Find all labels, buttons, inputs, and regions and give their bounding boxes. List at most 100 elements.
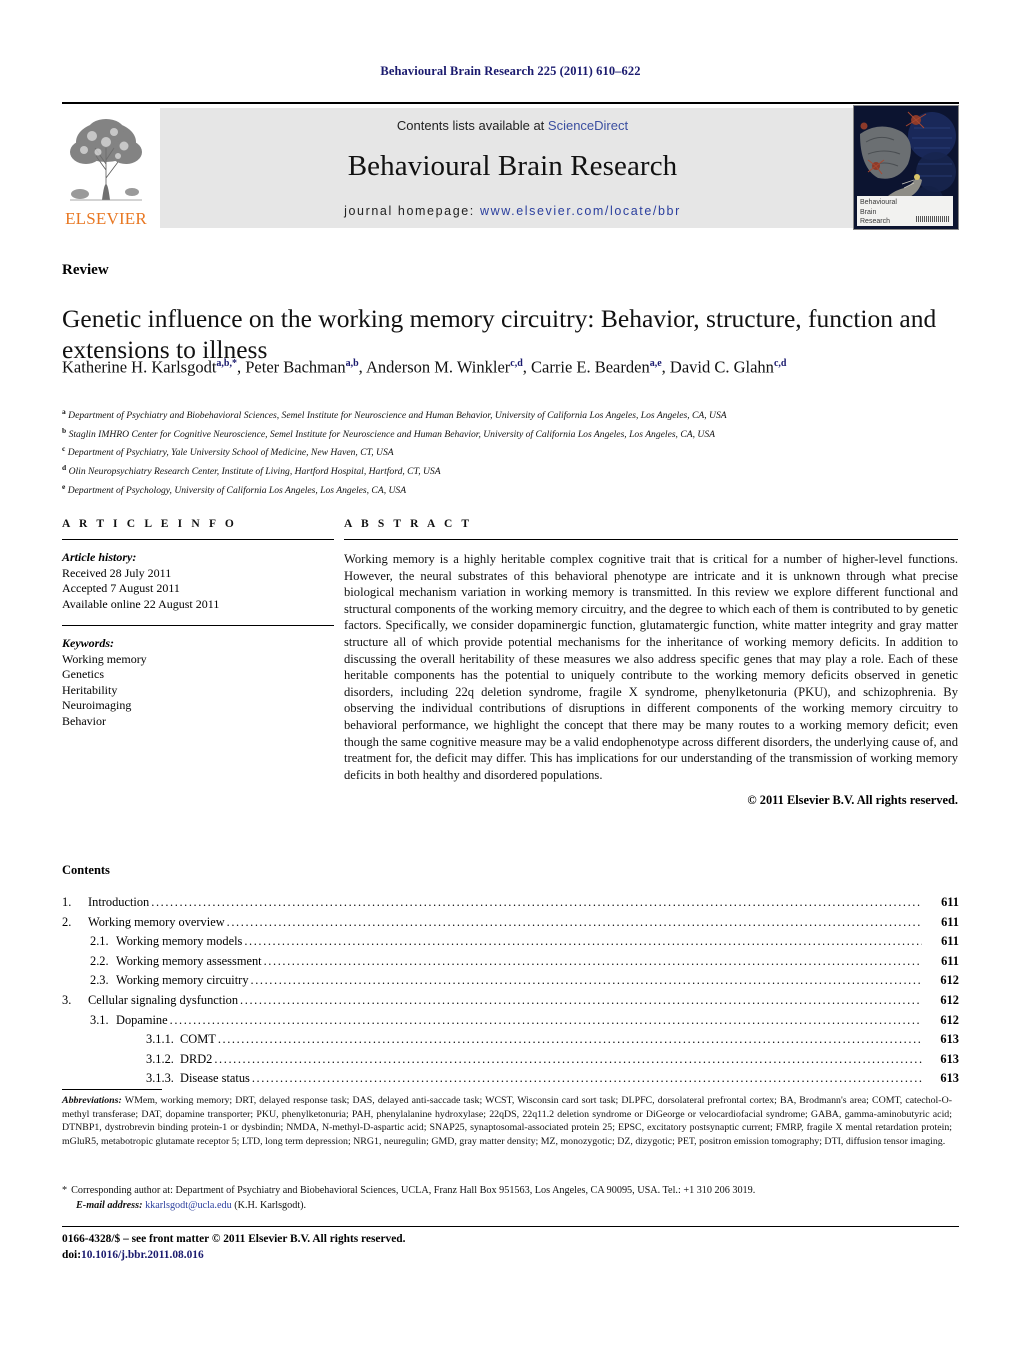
toc-entry[interactable]: 3.1.3. Disease status....................…	[62, 1069, 959, 1089]
author-affiliation-marker: a,b,*	[216, 358, 237, 369]
toc-number: 3.1.2.	[146, 1051, 174, 1066]
toc-leader-dots: ........................................…	[169, 1012, 922, 1027]
toc-label: Working memory assessment	[116, 953, 262, 968]
toc-label: Cellular signaling dysfunction	[88, 992, 239, 1007]
elsevier-logo: ELSEVIER	[62, 108, 150, 228]
toc-entry[interactable]: 2. Working memory overview...............…	[62, 913, 959, 933]
article-first-page: Behavioural Brain Research 225 (2011) 61…	[0, 0, 1021, 1351]
journal-homepage-label: journal homepage:	[344, 204, 480, 218]
keyword-item: Genetics	[62, 667, 104, 681]
toc-label: Introduction	[88, 895, 150, 909]
toc-label: DRD2	[180, 1051, 213, 1066]
toc-page-number: 611	[941, 953, 959, 968]
toc-leader-dots: ........................................…	[244, 934, 922, 949]
sciencedirect-link[interactable]: ScienceDirect	[548, 118, 628, 133]
abstract-column: A B S T R A C T Working memory is a high…	[344, 518, 958, 808]
imprint-block: 0166-4328/$ – see front matter © 2011 El…	[62, 1232, 405, 1263]
affiliation-item: d Olin Neuropsychiatry Research Center, …	[62, 461, 952, 480]
doi-label: doi:	[62, 1248, 81, 1261]
journal-cover-thumbnail: Behavioural Brain Research	[853, 105, 959, 230]
author-affiliation-marker: c,d	[510, 358, 523, 369]
masthead-top-rule	[62, 102, 959, 104]
abstract-heading: A B S T R A C T	[344, 518, 473, 530]
journal-banner: Contents lists available at ScienceDirec…	[160, 108, 865, 228]
toc-leader-dots: ........................................…	[263, 953, 922, 968]
toc-entry[interactable]: 3. Cellular signaling dysfunction........…	[62, 991, 959, 1011]
keywords-rule	[62, 625, 334, 626]
cover-line-1: Behavioural	[860, 199, 897, 206]
cover-title-label: Behavioural Brain Research	[857, 196, 953, 226]
footnote-rule	[62, 1089, 162, 1090]
keywords-label: Keywords:	[62, 636, 114, 650]
toc-label: Disease status	[180, 1071, 250, 1086]
imprint-rule	[62, 1226, 959, 1227]
toc-entry[interactable]: 3.1. Dopamine............................…	[62, 1011, 959, 1031]
journal-homepage-link[interactable]: www.elsevier.com/locate/bbr	[480, 204, 681, 218]
toc-leader-dots: ........................................…	[226, 914, 922, 929]
keyword-item: Heritability	[62, 682, 118, 697]
toc-number: 3.1.3.	[146, 1071, 174, 1086]
affiliation-text: Department of Psychology, University of …	[65, 484, 407, 496]
author-affiliation-marker: c,d	[773, 358, 787, 369]
author-name: David C. Glahn	[669, 357, 774, 377]
toc-label: Working memory models	[116, 934, 243, 949]
toc-number: 2.3.	[90, 973, 109, 988]
toc-entry[interactable]: 2.2. Working memory assessment...........…	[62, 952, 959, 972]
toc-number: 2.1.	[90, 934, 109, 949]
author-name: Peter Bachman	[245, 357, 346, 377]
article-type: Review	[62, 262, 109, 278]
toc-entry[interactable]: 2.3. Working memory circuitry............…	[62, 971, 959, 991]
toc-page-number: 612	[940, 1012, 959, 1027]
contents-available-line: Contents lists available at ScienceDirec…	[160, 118, 865, 133]
keywords-block: Keywords: Working memory Genetics Heritabi…	[62, 636, 334, 729]
contents-heading: Contents	[62, 863, 110, 877]
toc-label: Working memory circuitry	[116, 973, 249, 988]
toc-entry[interactable]: 3.1.2. DRD2..............................…	[62, 1050, 959, 1070]
toc-number: 3.1.1.	[146, 1032, 174, 1047]
corresponding-author-note: * Corresponding author at: Department of …	[62, 1184, 952, 1213]
toc-page-number: 612	[940, 992, 959, 1007]
affiliation-list: a Department of Psychiatry and Biobehavi…	[62, 405, 952, 498]
abbreviations-label: Abbreviations:	[62, 1095, 122, 1106]
article-info-column: A R T I C L E I N F O Article history: R…	[62, 518, 334, 729]
keyword-item: Behavior	[62, 713, 106, 728]
author-name: Anderson M. Winkler	[365, 357, 511, 377]
article-history-item: Accepted 7 August 2011	[62, 581, 180, 595]
toc-entry[interactable]: 3.1.1. COMT..............................…	[62, 1030, 959, 1050]
affiliation-item: b Staglin IMHRO Center for Cognitive Neu…	[62, 424, 952, 443]
journal-homepage-line: journal homepage: www.elsevier.com/locat…	[160, 204, 865, 218]
email-link[interactable]: kkarlsgodt@ucla.edu	[145, 1200, 232, 1211]
toc-leader-dots: ........................................…	[250, 973, 922, 988]
journal-masthead: ELSEVIER Contents lists available at Sci…	[62, 102, 959, 230]
doi-line: doi:10.1016/j.bbr.2011.08.016	[62, 1248, 405, 1264]
affiliation-item: c Department of Psychiatry, Yale Univers…	[62, 442, 952, 461]
toc-page-number: 613	[940, 1071, 959, 1086]
toc-page-number: 611	[941, 914, 959, 929]
article-history-items: Received 28 July 2011 Accepted 7 August 2…	[62, 566, 334, 613]
cover-barcode	[916, 216, 950, 222]
affiliation-text: Department of Psychiatry, Yale Universit…	[65, 447, 394, 459]
doi-link[interactable]: 10.1016/j.bbr.2011.08.016	[81, 1249, 204, 1261]
affiliation-item: e Department of Psychology, University o…	[62, 480, 952, 499]
abstract-copyright: © 2011 Elsevier B.V. All rights reserved…	[747, 793, 958, 808]
abstract-text: Working memory is a highly heritable com…	[344, 552, 958, 782]
corresponding-author-text: Corresponding author at: Department of P…	[71, 1185, 756, 1196]
toc-entry[interactable]: 2.1. Working memory models...............…	[62, 932, 959, 952]
imprint-line: 0166-4328/$ – see front matter © 2011 El…	[62, 1233, 406, 1245]
author-affiliation-marker: a,e	[649, 358, 662, 369]
toc-leader-dots: ........................................…	[240, 992, 922, 1007]
toc-number: 3.1.	[90, 1012, 109, 1027]
author-name: Katherine H. Karlsgodt	[62, 357, 217, 377]
abbreviations-text: WMem, working memory; DRT, delayed respo…	[62, 1095, 952, 1147]
elsevier-wordmark: ELSEVIER	[65, 209, 147, 228]
toc-entry[interactable]: 1. Introduction..........................…	[62, 893, 959, 913]
article-history-block: Article history: Received 28 July 2011 Ac…	[62, 550, 334, 612]
toc-leader-dots: ........................................…	[251, 1071, 922, 1086]
abstract-rule	[344, 539, 958, 540]
toc-page-number: 613	[940, 1032, 959, 1047]
toc-page-number: 613	[940, 1051, 959, 1066]
keyword-item: Working memory	[62, 651, 147, 666]
journal-title: Behavioural Brain Research	[347, 150, 678, 182]
affiliation-text: Staglin IMHRO Center for Cognitive Neuro…	[66, 428, 715, 440]
toc-number: 2.2.	[90, 953, 109, 968]
